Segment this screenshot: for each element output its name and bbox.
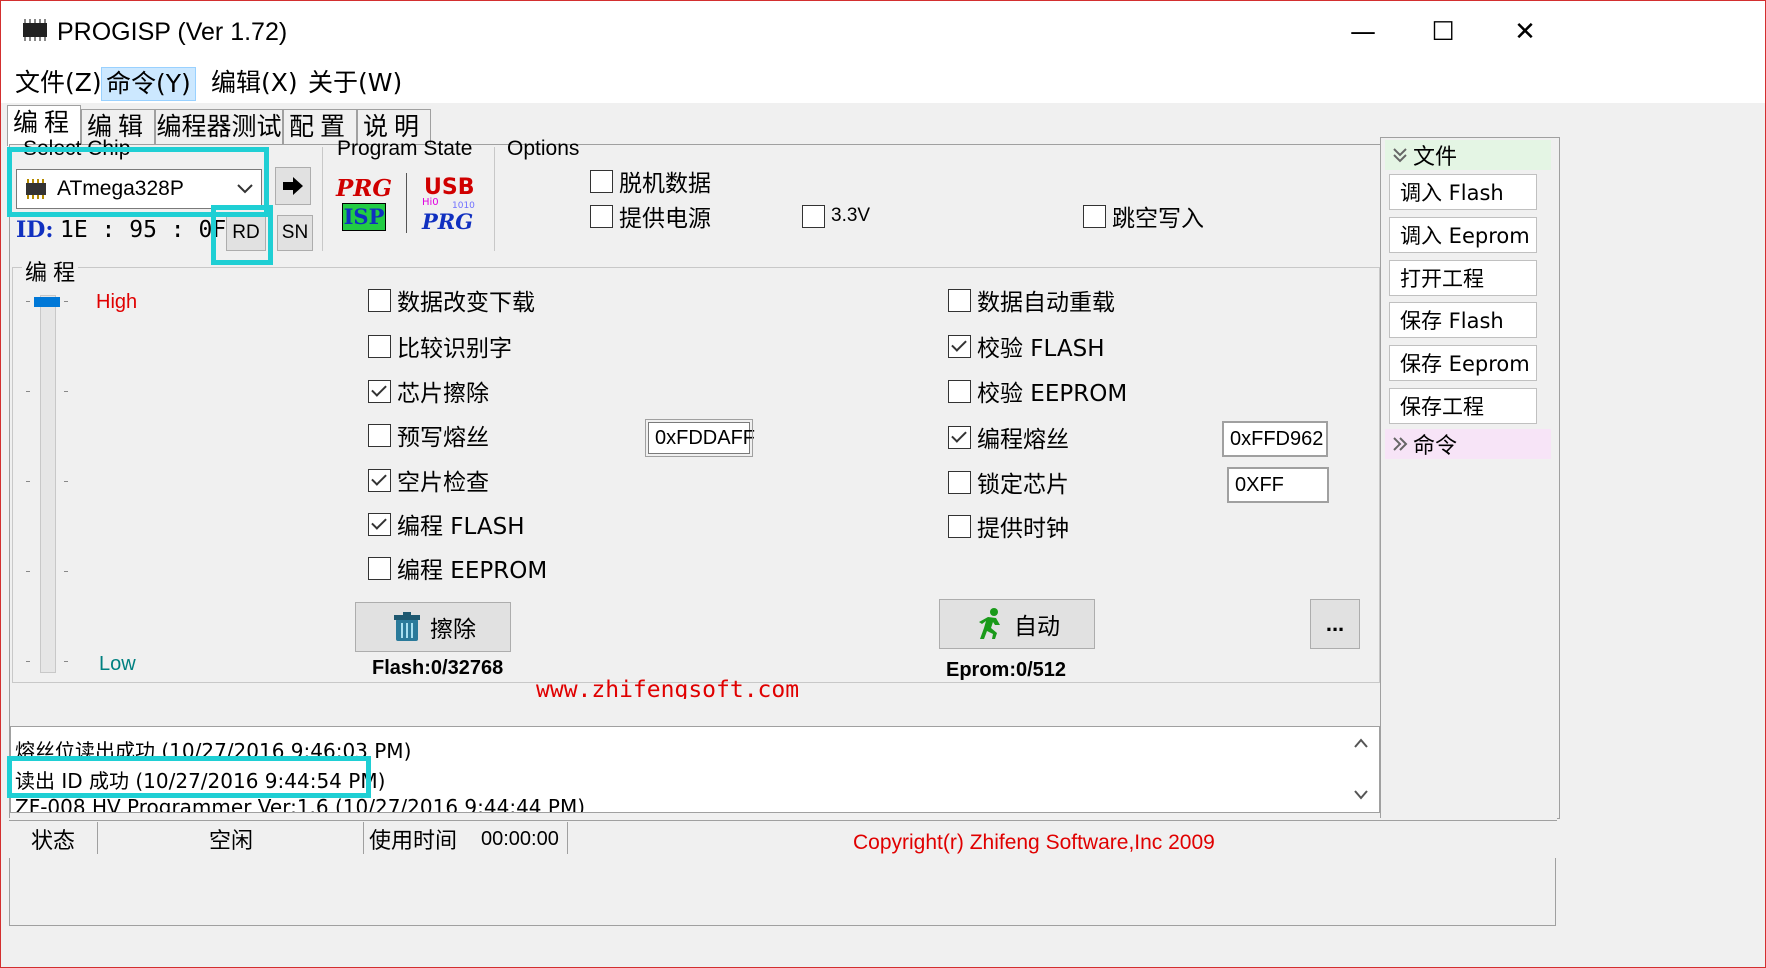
compare-signature-checkbox[interactable]: 比较识别字 <box>368 331 512 362</box>
status-value: 空闲 <box>209 829 254 854</box>
menu-file[interactable]: 文件(Z) <box>11 67 106 99</box>
isp-text: ISP <box>342 203 386 231</box>
chip-icon <box>26 179 46 199</box>
program-group-label: 编 程 <box>22 255 79 287</box>
scroll-up-icon[interactable] <box>1353 737 1369 749</box>
log-line: 读出 ID 成功 (10/27/2016 9:44:54 PM) <box>15 769 386 793</box>
sidebar-file-header[interactable]: 文件 <box>1385 140 1551 170</box>
verify-flash-checkbox[interactable]: 校验 FLASH <box>948 331 1105 362</box>
sidebar-command-header[interactable]: 命令 <box>1385 429 1551 459</box>
chip-id-value: 1E : 95 : 0F <box>60 217 227 243</box>
arrow-right-icon <box>283 177 303 195</box>
id-label: ID: <box>16 217 54 243</box>
prg-isp-badge: PRG ISP <box>336 175 392 237</box>
arrow-right-button[interactable] <box>275 167 311 205</box>
usb-small-text: Hi0 <box>422 197 439 208</box>
lock-chip-checkbox[interactable]: 锁定芯片 <box>948 467 1069 498</box>
program-flash-checkbox[interactable]: 编程 FLASH <box>368 509 525 540</box>
erase-button-label: 擦除 <box>430 616 476 642</box>
copyright: Copyright(r) Zhifeng Software,Inc 2009 <box>853 831 1215 854</box>
load-flash-button[interactable]: 调入 Flash <box>1389 174 1537 210</box>
sidebar: 文件 调入 Flash 调入 Eeprom 打开工程 保存 Flash 保存 E… <box>1380 137 1560 819</box>
chip-select-value: ATmega328P <box>57 177 184 200</box>
minimize-button[interactable]: — <box>1333 9 1393 55</box>
menu-about[interactable]: 关于(W) <box>304 67 406 99</box>
title-bar: PROGISP (Ver 1.72) — ☐ ✕ <box>1 1 1765 63</box>
log-area[interactable]: 熔丝位读出成功 (10/27/2016 9:46:03 PM) 读出 ID 成功… <box>10 726 1380 813</box>
menu-command[interactable]: 命令(Y) <box>101 67 196 101</box>
options-label: Options <box>507 137 580 160</box>
window-title: PROGISP (Ver 1.72) <box>57 18 288 46</box>
supply-power-checkbox[interactable]: 提供电源 <box>590 201 711 232</box>
auto-reload-checkbox[interactable]: 数据自动重载 <box>948 285 1115 316</box>
slider-thumb[interactable] <box>34 297 60 307</box>
close-button[interactable]: ✕ <box>1495 9 1555 55</box>
3v3-checkbox[interactable]: 3.3V <box>802 201 870 231</box>
running-man-icon <box>979 608 1000 639</box>
menu-bar: 文件(Z) 命令(Y) 编辑(X) 关于(W) <box>1 63 1765 103</box>
progisp-window: PROGISP (Ver 1.72) — ☐ ✕ 文件(Z) 命令(Y) 编辑(… <box>0 0 1766 968</box>
speed-slider[interactable] <box>18 287 86 677</box>
offline-data-checkbox[interactable]: 脱机数据 <box>590 166 711 197</box>
scroll-down-icon[interactable] <box>1353 789 1369 801</box>
load-eeprom-button[interactable]: 调入 Eeprom <box>1389 217 1537 253</box>
status-bar: 状态 空闲 使用时间 00:00:00 Copyright(r) Zhifeng… <box>9 818 1557 858</box>
skip-blank-checkbox[interactable]: 跳空写入 <box>1083 201 1204 232</box>
double-chevron-down-icon <box>1393 148 1407 163</box>
chevron-down-icon <box>237 184 253 194</box>
chip-select[interactable]: ATmega328P <box>16 169 262 209</box>
usb-prg-badge: USB Hi0 1010 PRG <box>422 175 482 237</box>
flash-info: Flash:0/32768 <box>372 657 504 679</box>
auto-button-label: 自动 <box>1014 613 1060 639</box>
program-fuse-checkbox[interactable]: 编程熔丝 <box>948 422 1069 453</box>
select-chip-label: Select Chip <box>23 137 131 160</box>
website-link[interactable]: www.zhifengsoft.com <box>536 677 799 699</box>
time-value: 00:00:00 <box>481 827 559 850</box>
chip-erase-checkbox[interactable]: 芯片擦除 <box>368 376 489 407</box>
maximize-button[interactable]: ☐ <box>1413 9 1473 55</box>
serial-number-button[interactable]: SN <box>277 215 313 251</box>
prg-text: PRG <box>336 175 393 202</box>
eprom-info: Eprom:0/512 <box>946 659 1067 681</box>
verify-eeprom-checkbox[interactable]: 校验 EEPROM <box>948 376 1127 407</box>
log-line: 熔丝位读出成功 (10/27/2016 9:46:03 PM) <box>15 739 412 763</box>
chip-app-icon <box>23 19 47 41</box>
erase-button[interactable]: 擦除 <box>355 602 511 652</box>
tab-programmer-test[interactable]: 编程器测试 <box>155 109 283 144</box>
usb-prg-text: PRG <box>422 209 474 234</box>
more-button[interactable]: ... <box>1310 599 1360 649</box>
low-label: Low <box>99 653 136 675</box>
log-line: ZF-008 HV Programmer Ver:1.6 (10/27/2016… <box>15 795 585 813</box>
status-label: 状态 <box>31 829 76 854</box>
program-state-label: Program State <box>337 137 473 160</box>
prewrite-fuse-input[interactable]: 0xFDDAFF <box>645 419 755 457</box>
auto-button[interactable]: 自动 <box>939 599 1095 649</box>
blank-check-checkbox[interactable]: 空片检查 <box>368 465 489 496</box>
save-flash-button[interactable]: 保存 Flash <box>1389 302 1537 338</box>
trash-icon <box>394 612 420 641</box>
read-id-button[interactable]: RD <box>226 215 266 251</box>
save-project-button[interactable]: 保存工程 <box>1389 388 1537 424</box>
time-label: 使用时间 <box>369 829 458 854</box>
lock-value-input[interactable]: 0XFF <box>1227 467 1329 503</box>
program-group <box>12 267 1380 683</box>
double-chevron-right-icon <box>1393 437 1408 451</box>
save-eeprom-button[interactable]: 保存 Eeprom <box>1389 345 1537 381</box>
prewrite-fuse-checkbox[interactable]: 预写熔丝 <box>368 420 489 451</box>
download-on-change-checkbox[interactable]: 数据改变下载 <box>368 285 535 316</box>
program-eeprom-checkbox[interactable]: 编程 EEPROM <box>368 553 547 584</box>
high-label: High <box>96 291 138 313</box>
open-project-button[interactable]: 打开工程 <box>1389 260 1537 296</box>
fuse-value-input[interactable]: 0xFFD962 <box>1222 421 1328 457</box>
provide-clock-checkbox[interactable]: 提供时钟 <box>948 511 1069 542</box>
menu-edit[interactable]: 编辑(X) <box>207 67 302 99</box>
